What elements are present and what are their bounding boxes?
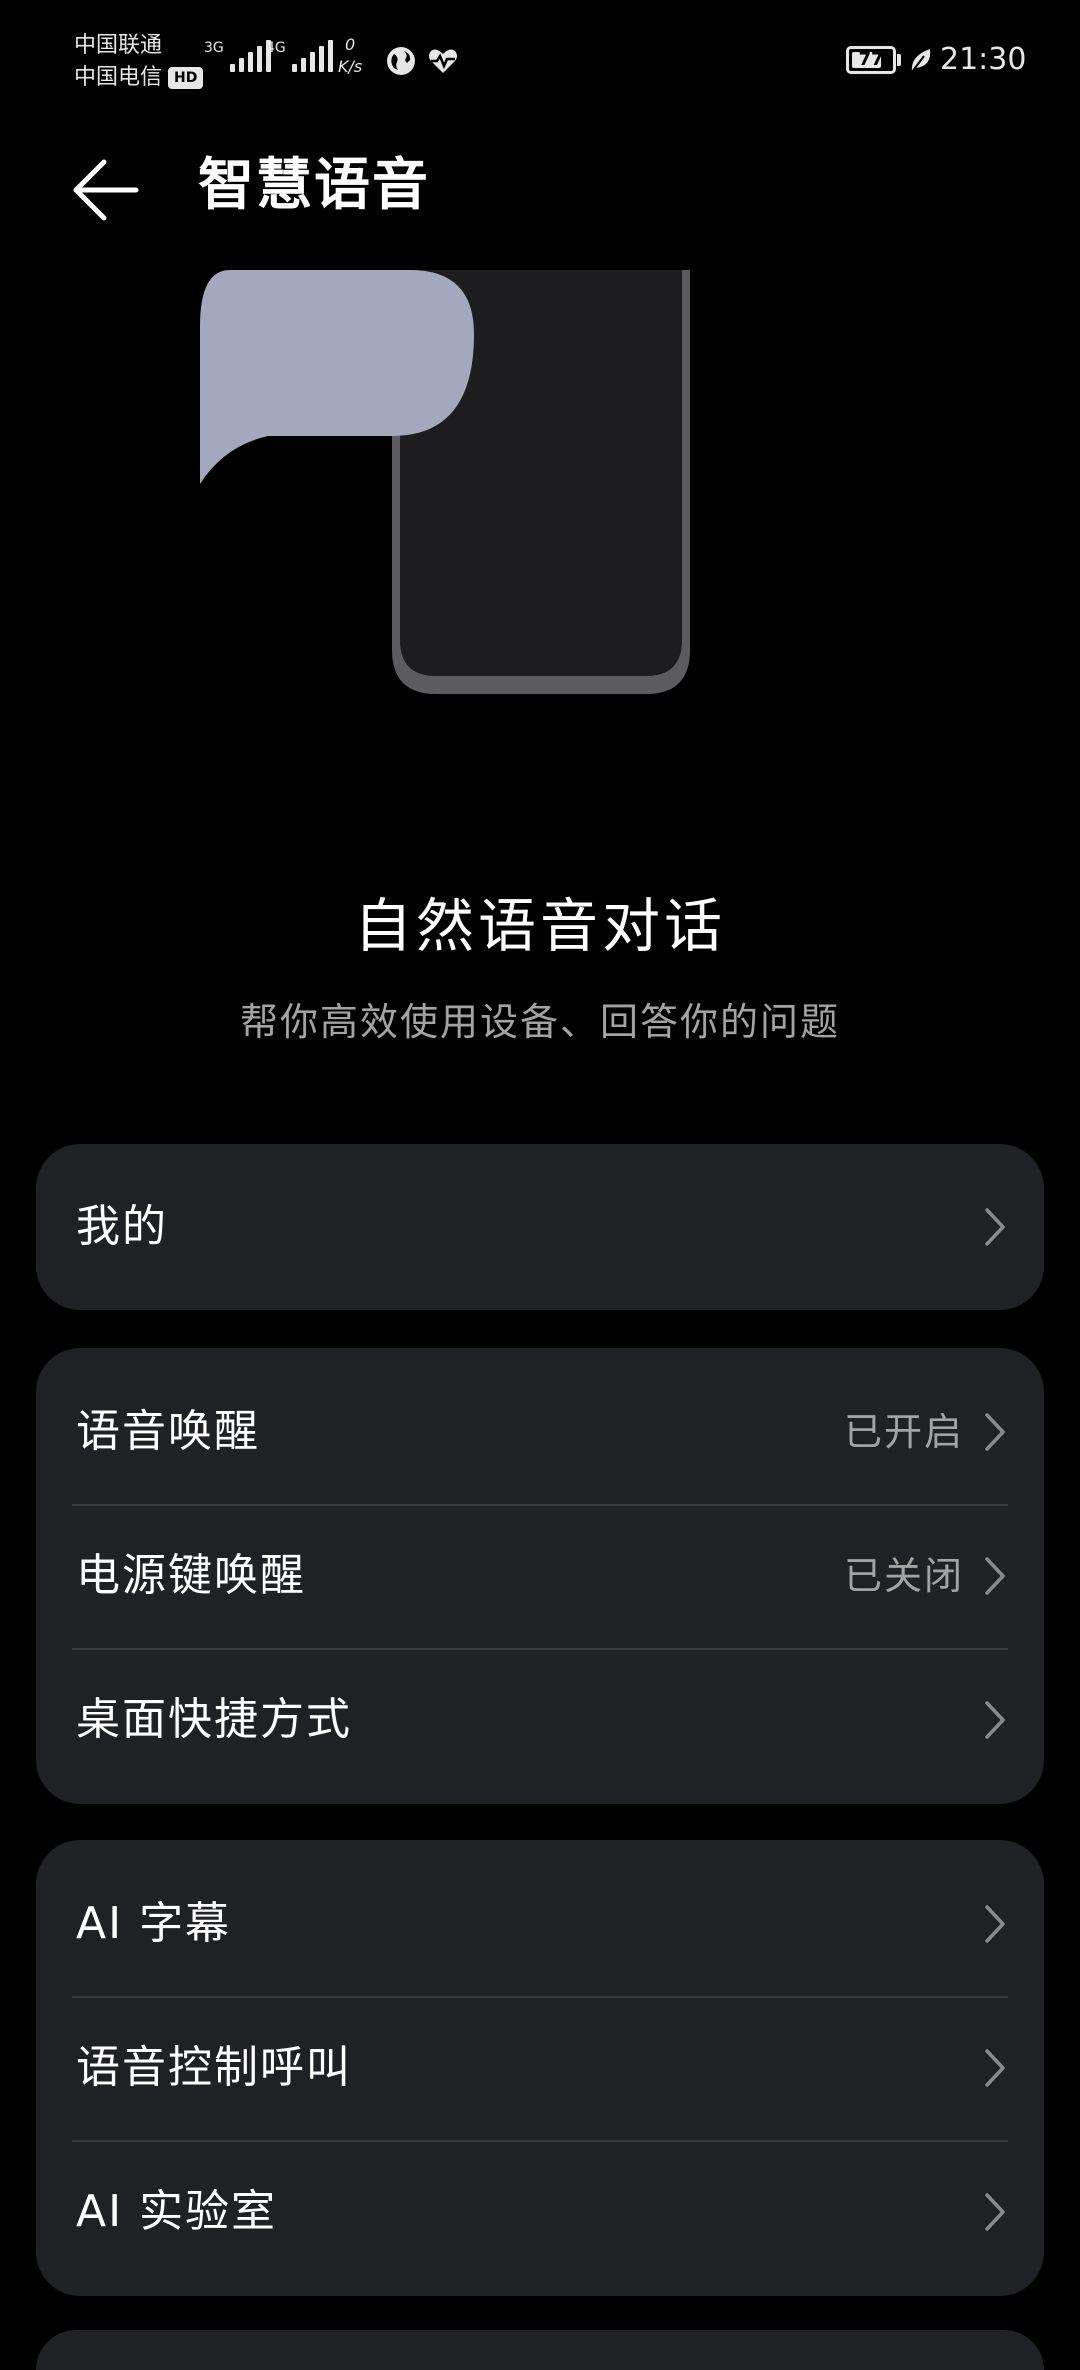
chevron-right-icon (985, 1413, 1005, 1451)
settings-row-label: 语音唤醒 (76, 1406, 260, 1457)
hd-badge: HD (168, 67, 204, 89)
settings-row-ai-lab[interactable]: AI 实验室 (36, 2140, 1044, 2296)
hero-subtitle: 帮你高效使用设备、回答你的问题 (239, 1000, 840, 1044)
carrier-info: 中国联通 中国电信 HD (74, 30, 204, 94)
chevron-right-icon (985, 1905, 1005, 1943)
settings-row-label: AI 字幕 (76, 1898, 232, 1949)
settings-row-mine[interactable]: 我的 (36, 1144, 1044, 1310)
battery-tip (897, 54, 901, 66)
voice-assistant-illustration (200, 270, 690, 694)
sim2-signal-icon: 4G (266, 40, 333, 72)
leaf-icon (911, 49, 931, 73)
settings-row-voice-call-control[interactable]: 语音控制呼叫 (36, 1996, 1044, 2140)
settings-row-value: 已开启 (843, 1410, 964, 1454)
settings-row-label: 电源键唤醒 (76, 1550, 306, 1601)
carrier-1-name: 中国联通 (74, 33, 163, 58)
settings-row-label: 我的 (76, 1201, 168, 1252)
settings-row-value: 已关闭 (843, 1554, 964, 1598)
hero-title: 自然语音对话 (353, 892, 726, 960)
settings-row-voice-wakeup[interactable]: 语音唤醒 已开启 (36, 1348, 1044, 1504)
settings-group-ai: AI 字幕 语音控制呼叫 AI 实验室 (36, 1840, 1044, 2296)
settings-row-desktop-shortcut[interactable]: 桌面快捷方式 (36, 1648, 1044, 1804)
back-arrow-icon[interactable] (66, 150, 146, 230)
chevron-right-icon (985, 2049, 1005, 2087)
settings-group-mine: 我的 (36, 1144, 1044, 1310)
next-settings-group-edge (36, 2330, 1044, 2370)
status-bar: 中国联通 中国电信 HD 3G 4G 0 K/s 77 21:30 (0, 0, 1080, 130)
heart-rate-icon (429, 49, 457, 73)
settings-row-label: AI 实验室 (76, 2186, 278, 2237)
chevron-right-icon (985, 2193, 1005, 2231)
app-header: 智慧语音 (0, 130, 1080, 240)
clock-time: 21:30 (940, 42, 1027, 77)
network-speed-unit: K/s (338, 57, 363, 76)
network-speed-value: 0 (345, 35, 356, 54)
battery-icon: 77 (846, 46, 896, 74)
chevron-right-icon (985, 1557, 1005, 1595)
battery-level: 77 (858, 49, 884, 70)
chevron-right-icon (985, 1208, 1005, 1246)
settings-row-power-key-wakeup[interactable]: 电源键唤醒 已关闭 (36, 1504, 1044, 1648)
carrier-2-name: 中国电信 (74, 65, 163, 90)
chevron-right-icon (985, 1701, 1005, 1739)
sim2-network-label: 4G (266, 40, 286, 56)
sim1-network-label: 3G (204, 40, 224, 56)
globe-icon (387, 47, 415, 75)
page-title: 智慧语音 (198, 153, 430, 218)
network-speed: 0 K/s (338, 34, 362, 78)
settings-row-ai-subtitles[interactable]: AI 字幕 (36, 1840, 1044, 1996)
settings-row-label: 桌面快捷方式 (76, 1694, 352, 1745)
sim1-signal-icon: 3G (204, 40, 271, 72)
settings-group-wakeup: 语音唤醒 已开启 电源键唤醒 已关闭 桌面快捷方式 (36, 1348, 1044, 1804)
settings-row-label: 语音控制呼叫 (76, 2042, 352, 2093)
